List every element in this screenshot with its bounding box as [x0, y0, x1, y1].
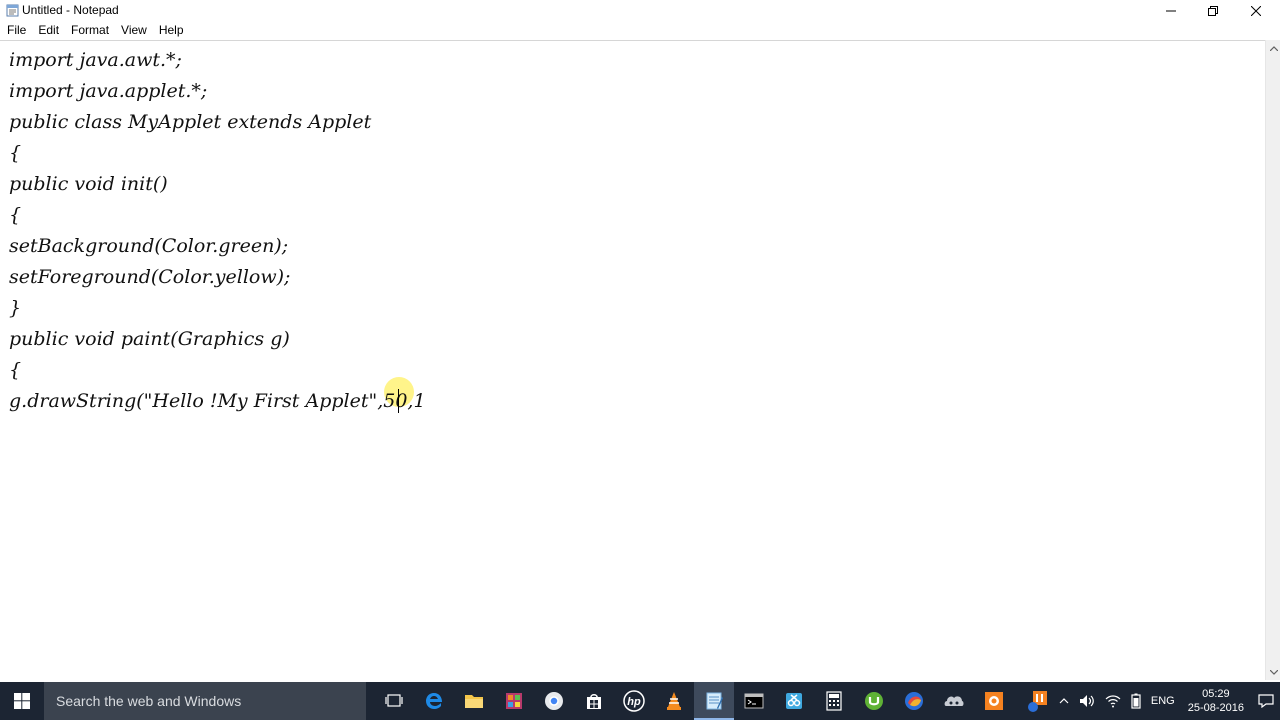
code-line: }	[9, 297, 22, 319]
chrome-icon	[545, 692, 563, 710]
svg-text:hp: hp	[627, 696, 641, 708]
cmd-icon	[744, 693, 764, 709]
start-button[interactable]	[0, 682, 44, 720]
restore-button[interactable]	[1190, 0, 1236, 21]
language-indicator[interactable]: ENG	[1146, 682, 1180, 720]
code-line: g.drawString("Hello !My First Applet",50…	[9, 390, 426, 412]
menu-view[interactable]: View	[115, 21, 153, 40]
code-line: import java.awt.*;	[9, 49, 182, 71]
search-placeholder: Search the web and Windows	[56, 693, 242, 709]
notepad-icon	[706, 692, 723, 710]
window-title: Untitled - Notepad	[22, 3, 119, 17]
vlc-button[interactable]	[654, 682, 694, 720]
hp-icon: hp	[623, 690, 645, 712]
code-line: {	[9, 204, 22, 226]
edge-icon	[426, 693, 442, 709]
chevron-up-icon	[1269, 45, 1278, 51]
volume-icon	[1079, 695, 1094, 707]
text-editor[interactable]: import java.awt.*; import java.applet.*;…	[0, 40, 1265, 680]
chevron-up-icon	[1059, 698, 1069, 704]
clock-date: 25-08-2016	[1187, 702, 1244, 714]
close-icon	[1251, 5, 1261, 16]
snip-icon	[786, 693, 802, 709]
wifi-icon	[1105, 695, 1121, 708]
menu-edit[interactable]: Edit	[32, 21, 65, 40]
tray-app-button[interactable]	[1022, 682, 1054, 720]
store-button[interactable]	[574, 682, 614, 720]
code-line: public void paint(Graphics g)	[9, 328, 290, 350]
search-box[interactable]: Search the web and Windows	[44, 682, 366, 720]
vertical-scrollbar[interactable]	[1265, 40, 1280, 680]
file-explorer-icon	[465, 695, 483, 708]
code-line: public void init()	[9, 173, 168, 195]
code-line: setForeground(Color.yellow);	[9, 266, 291, 288]
battery-button[interactable]	[1126, 682, 1146, 720]
title-bar: Untitled - Notepad	[0, 0, 1280, 21]
code-line: {	[9, 142, 22, 164]
menu-bar: File Edit Format View Help	[0, 21, 1280, 40]
menu-file[interactable]: File	[1, 21, 32, 40]
restore-icon	[1208, 5, 1218, 16]
windows-logo-icon	[14, 693, 30, 709]
network-button[interactable]	[1100, 682, 1126, 720]
task-view-button[interactable]	[374, 682, 414, 720]
vlc-icon	[667, 692, 681, 710]
system-tray: ENG 05:29 25-08-2016	[1022, 682, 1280, 720]
snip-button[interactable]	[774, 682, 814, 720]
minimize-button[interactable]	[1148, 0, 1194, 21]
clock[interactable]: 05:29 25-08-2016	[1180, 682, 1252, 720]
utorrent-button[interactable]	[854, 682, 894, 720]
settings-button[interactable]	[934, 682, 974, 720]
scroll-down-button[interactable]	[1266, 664, 1280, 680]
app-grid-button[interactable]	[494, 682, 534, 720]
volume-button[interactable]	[1074, 682, 1100, 720]
store-icon	[587, 694, 601, 709]
tray-app-icon	[1027, 691, 1047, 712]
calculator-button[interactable]	[814, 682, 854, 720]
notification-icon	[1258, 694, 1274, 708]
clock-time: 05:29	[1202, 688, 1230, 700]
battery-icon	[1131, 693, 1141, 709]
chevron-down-icon	[1269, 669, 1278, 675]
media-button[interactable]	[974, 682, 1014, 720]
notepad-app-icon	[6, 4, 19, 17]
edge-button[interactable]	[414, 682, 454, 720]
text-caret	[398, 389, 399, 413]
chrome-button[interactable]	[534, 682, 574, 720]
close-button[interactable]	[1233, 0, 1279, 21]
show-hidden-icons-button[interactable]	[1054, 682, 1074, 720]
calculator-icon	[826, 691, 842, 711]
language-label: ENG	[1150, 695, 1175, 707]
settings-icon	[944, 696, 964, 706]
taskbar-apps: hp	[374, 682, 1014, 720]
file-explorer-button[interactable]	[454, 682, 494, 720]
action-center-button[interactable]	[1252, 682, 1280, 720]
hp-button[interactable]: hp	[614, 682, 654, 720]
app-grid-icon	[506, 693, 522, 709]
browser-icon	[905, 692, 923, 710]
code-line: setBackground(Color.green);	[9, 235, 289, 257]
browser-button[interactable]	[894, 682, 934, 720]
code-line: {	[9, 359, 22, 381]
notepad-taskbar-button[interactable]	[694, 682, 734, 720]
task-view-icon	[385, 694, 403, 707]
code-line: import java.applet.*;	[9, 80, 208, 102]
taskbar: Search the web and Windows hp ENG 05:29 …	[0, 682, 1280, 720]
media-icon	[985, 692, 1003, 710]
code-line: public class MyApplet extends Applet	[9, 111, 372, 133]
menu-format[interactable]: Format	[65, 21, 115, 40]
cmd-button[interactable]	[734, 682, 774, 720]
minimize-icon	[1166, 10, 1176, 11]
utorrent-icon	[865, 692, 883, 710]
menu-help[interactable]: Help	[153, 21, 190, 40]
scroll-up-button[interactable]	[1266, 40, 1280, 56]
